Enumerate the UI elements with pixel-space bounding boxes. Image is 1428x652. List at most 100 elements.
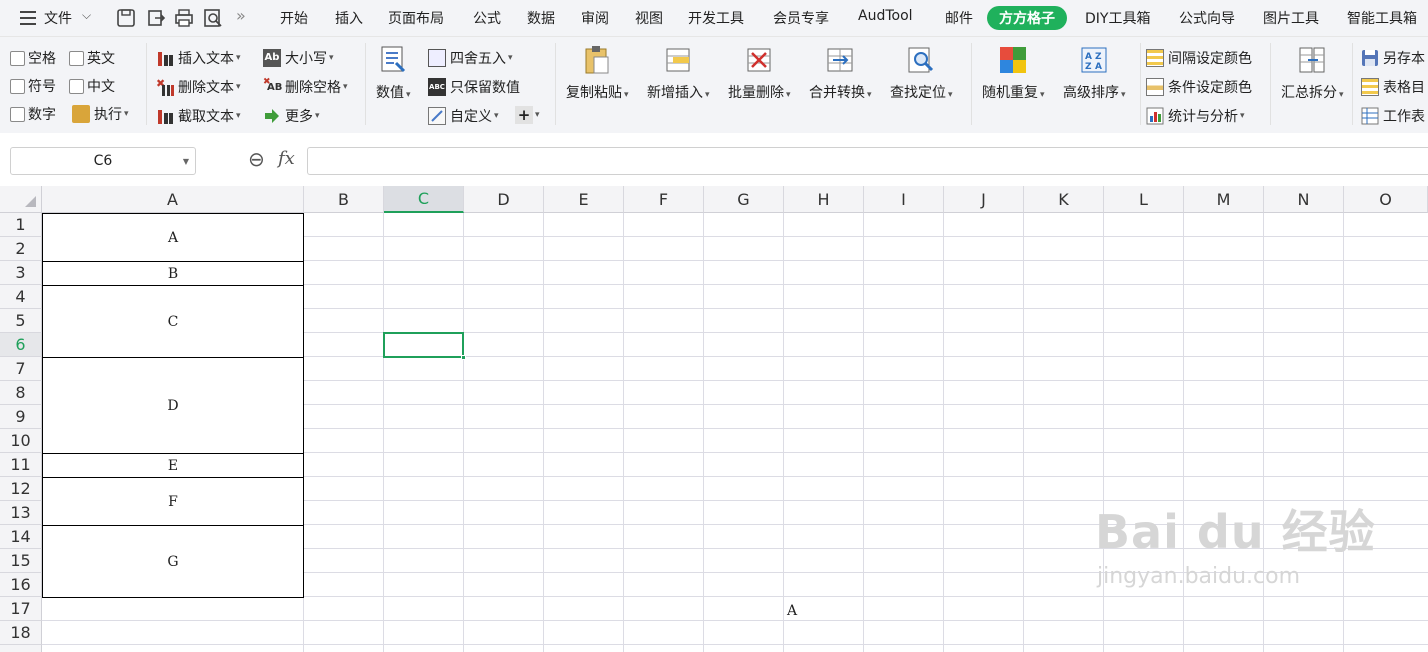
row-header-9[interactable]: 9	[0, 405, 42, 429]
advanced-sort-button[interactable]: AZZA 高级排序 ▾	[1063, 45, 1126, 102]
merged-cell-a3[interactable]: B	[42, 261, 304, 286]
round-button[interactable]: 四舍五入 ▾	[428, 48, 513, 68]
condition-color-button[interactable]: 条件设定颜色	[1146, 77, 1252, 97]
tab-view[interactable]: 视图	[635, 8, 663, 28]
tab-diy-toolbox[interactable]: DIY工具箱	[1085, 8, 1150, 28]
fx-icon[interactable]: fx	[278, 148, 295, 169]
column-header-l[interactable]: L	[1104, 186, 1184, 213]
row-header-13[interactable]: 13	[0, 501, 42, 525]
add-button[interactable]: + ▾	[515, 106, 540, 124]
insert-text-button[interactable]: 插入文本 ▾	[156, 48, 241, 68]
more-button[interactable]: 更多 ▾	[263, 106, 320, 126]
column-header-a[interactable]: A	[42, 186, 304, 213]
column-header-n[interactable]: N	[1264, 186, 1344, 213]
execute-button[interactable]: 执行 ▾	[72, 104, 129, 124]
column-header-k[interactable]: K	[1024, 186, 1104, 213]
merged-cell-a12-a13[interactable]: F	[42, 477, 304, 526]
merged-cell-a14-a16[interactable]: G	[42, 525, 304, 598]
row-header-6[interactable]: 6	[0, 333, 42, 357]
tab-page-layout[interactable]: 页面布局	[388, 8, 444, 28]
column-header-j[interactable]: J	[944, 186, 1024, 213]
print-icon[interactable]	[174, 8, 194, 28]
zoom-icon[interactable]: ⊖	[248, 147, 265, 171]
row-header-17[interactable]: 17	[0, 597, 42, 621]
column-header-i[interactable]: I	[864, 186, 944, 213]
checkbox-icon[interactable]	[10, 50, 25, 66]
tab-member[interactable]: 会员专享	[773, 8, 829, 28]
column-header-b[interactable]: B	[304, 186, 384, 213]
row-header-2[interactable]: 2	[0, 237, 42, 261]
tab-mail[interactable]: 邮件	[945, 8, 973, 28]
save-as-button[interactable]: 另存本	[1361, 48, 1425, 68]
hamburger-icon[interactable]	[20, 11, 36, 25]
checkbox-icon[interactable]	[10, 106, 25, 122]
checkbox-chinese[interactable]: 中文	[69, 76, 115, 96]
custom-button[interactable]: 自定义 ▾	[428, 106, 499, 126]
formula-input[interactable]	[307, 147, 1428, 175]
merged-cell-a11[interactable]: E	[42, 453, 304, 478]
batch-delete-button[interactable]: 批量删除 ▾	[728, 45, 791, 102]
checkbox-icon[interactable]	[10, 78, 25, 94]
delete-text-button[interactable]: ✖ 删除文本 ▾	[156, 77, 241, 97]
tab-picture-tools[interactable]: 图片工具	[1263, 8, 1319, 28]
file-menu[interactable]: 文件	[44, 8, 72, 28]
name-box[interactable]: C6 ▼	[10, 147, 196, 175]
table-catalog-button[interactable]: 表格目	[1361, 77, 1425, 97]
merge-convert-button[interactable]: 合并转换 ▾	[809, 45, 872, 102]
column-header-e[interactable]: E	[544, 186, 624, 213]
row-header-3[interactable]: 3	[0, 261, 42, 285]
tab-smart-toolbox[interactable]: 智能工具箱	[1347, 8, 1417, 28]
row-header-10[interactable]: 10	[0, 429, 42, 453]
checkbox-english[interactable]: 英文	[69, 48, 115, 68]
save-icon[interactable]	[116, 8, 136, 28]
select-all-corner[interactable]	[0, 186, 42, 213]
column-header-m[interactable]: M	[1184, 186, 1264, 213]
stats-analysis-button[interactable]: 统计与分析 ▾	[1146, 106, 1245, 126]
tab-formula-wizard[interactable]: 公式向导	[1179, 8, 1235, 28]
fill-handle[interactable]	[461, 355, 466, 360]
row-header-19[interactable]	[0, 645, 42, 652]
row-header-11[interactable]: 11	[0, 453, 42, 477]
summary-split-button[interactable]: 汇总拆分 ▾	[1281, 45, 1344, 102]
merged-cell-a4-a6[interactable]: C	[42, 285, 304, 358]
interval-color-button[interactable]: 间隔设定颜色	[1146, 48, 1252, 68]
checkbox-number[interactable]: 数字	[10, 104, 56, 124]
checkbox-icon[interactable]	[69, 78, 84, 94]
case-button[interactable]: Ab 大小写 ▾	[263, 48, 334, 68]
row-header-14[interactable]: 14	[0, 525, 42, 549]
column-header-g[interactable]: G	[704, 186, 784, 213]
find-locate-button[interactable]: 查找定位 ▾	[890, 45, 953, 102]
row-header-5[interactable]: 5	[0, 309, 42, 333]
tab-insert[interactable]: 插入	[335, 8, 363, 28]
active-cell-c6[interactable]	[383, 332, 466, 360]
print-preview-icon[interactable]	[203, 8, 223, 28]
keep-values-button[interactable]: ABC 只保留数值	[428, 77, 520, 97]
delete-spaces-button[interactable]: ✖ AB 删除空格 ▾	[263, 77, 348, 97]
tab-home[interactable]: 开始	[280, 8, 308, 28]
column-header-f[interactable]: F	[624, 186, 704, 213]
row-header-8[interactable]: 8	[0, 381, 42, 405]
more-commands-icon[interactable]: »	[236, 6, 246, 25]
tab-data[interactable]: 数据	[527, 8, 555, 28]
tab-audtool[interactable]: AudTool	[858, 8, 913, 24]
tab-review[interactable]: 审阅	[581, 8, 609, 28]
column-header-o[interactable]: O	[1344, 186, 1428, 213]
cell-h17[interactable]: A	[787, 603, 797, 619]
column-header-c[interactable]: C	[384, 186, 464, 213]
tab-developer[interactable]: 开发工具	[688, 8, 744, 28]
row-header-16[interactable]: 16	[0, 573, 42, 597]
export-icon[interactable]	[146, 8, 166, 28]
numeric-button[interactable]: 数值 ▾	[376, 45, 411, 102]
checkbox-icon[interactable]	[69, 50, 84, 66]
extract-text-button[interactable]: 截取文本 ▾	[156, 106, 241, 126]
column-header-d[interactable]: D	[464, 186, 544, 213]
chevron-down-icon[interactable]: ⌵	[82, 8, 91, 23]
merged-cell-a7-a10[interactable]: D	[42, 357, 304, 454]
row-header-4[interactable]: 4	[0, 285, 42, 309]
random-repeat-button[interactable]: 随机重复 ▾	[982, 45, 1045, 102]
insert-new-button[interactable]: 新增插入 ▾	[647, 45, 710, 102]
copy-paste-button[interactable]: 复制粘贴 ▾	[566, 45, 629, 102]
merged-cell-a1-a2[interactable]: A	[42, 213, 304, 262]
row-header-12[interactable]: 12	[0, 477, 42, 501]
tab-formulas[interactable]: 公式	[473, 8, 501, 28]
